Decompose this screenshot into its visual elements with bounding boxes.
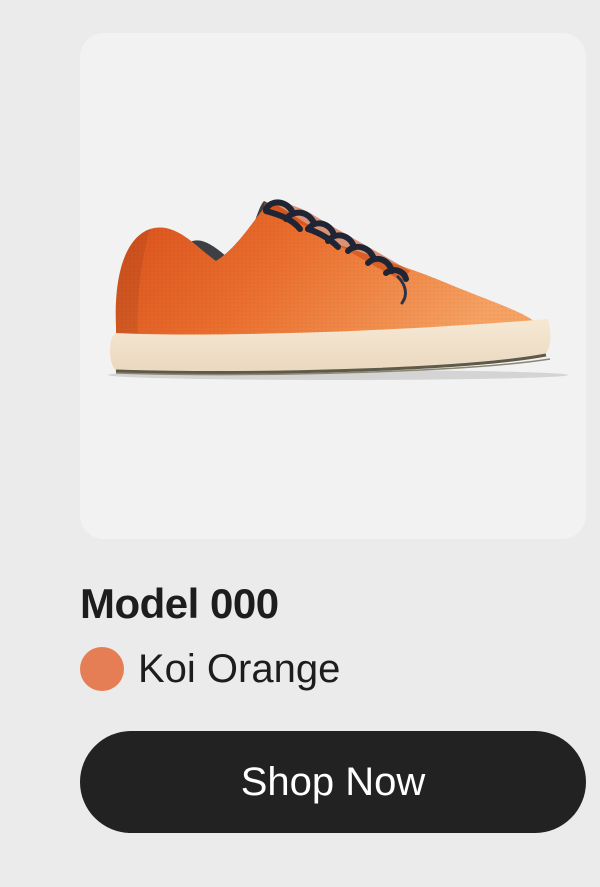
color-swatch[interactable]	[80, 647, 124, 691]
product-title: Model 000	[80, 580, 279, 627]
product-image-card[interactable]	[80, 33, 586, 539]
color-name: Koi Orange	[138, 647, 341, 691]
color-variant: Koi Orange	[80, 646, 340, 692]
shop-now-button[interactable]: Shop Now	[80, 731, 586, 833]
product-image	[108, 199, 568, 380]
